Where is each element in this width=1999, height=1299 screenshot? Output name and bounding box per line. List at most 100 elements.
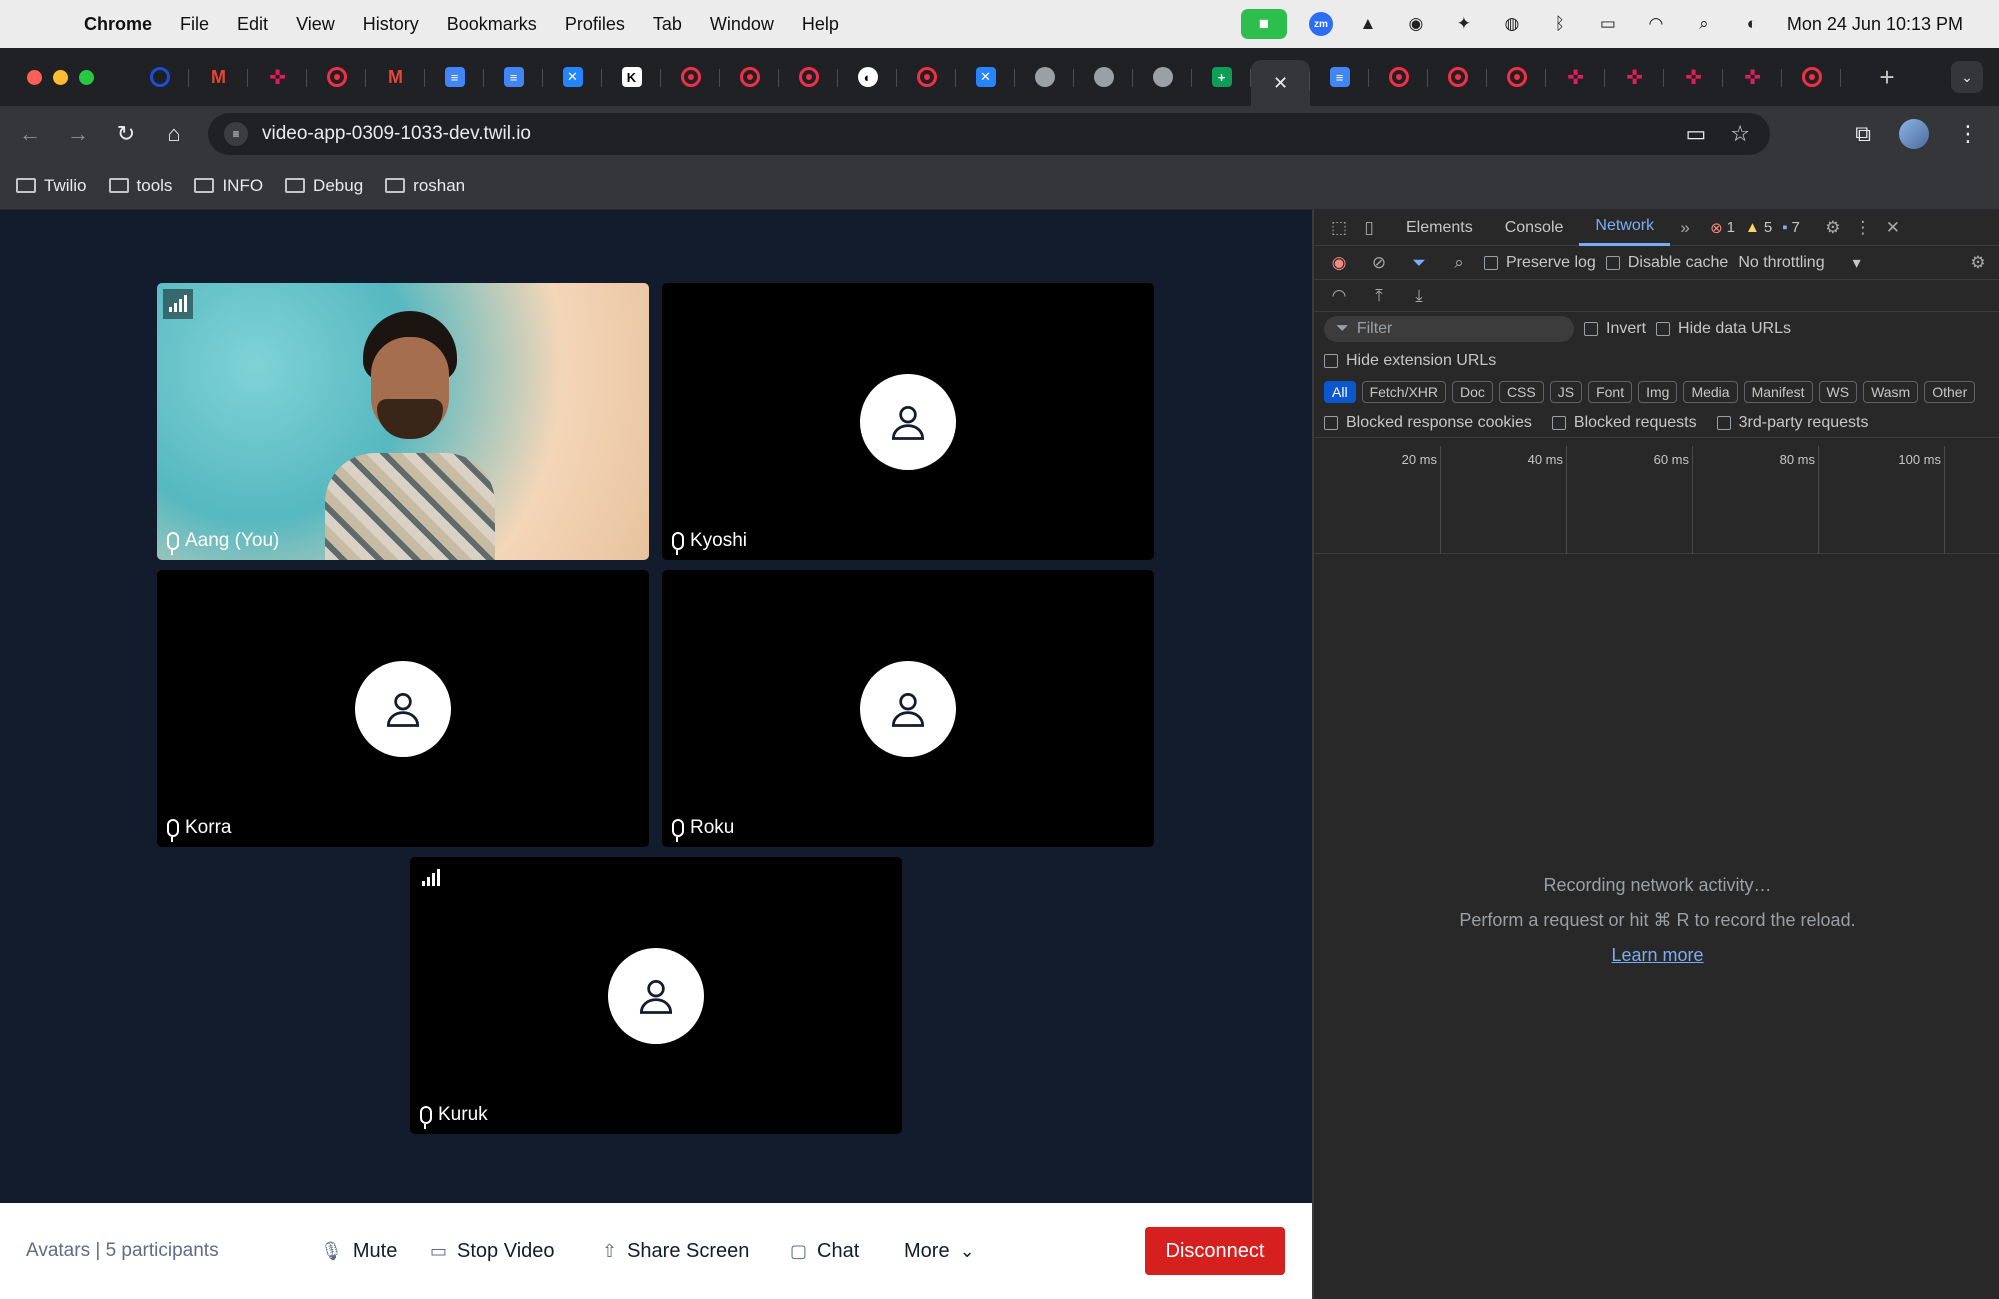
- browser-tab[interactable]: ✜: [1723, 57, 1782, 97]
- zoom-window-button[interactable]: [79, 69, 94, 85]
- home-icon[interactable]: ⌂: [150, 121, 198, 147]
- browser-tab[interactable]: ≡: [425, 57, 484, 97]
- hide-data-urls-checkbox[interactable]: Hide data URLs: [1656, 320, 1791, 338]
- participant-tile-kuruk[interactable]: Kuruk: [410, 857, 902, 1134]
- bookmark-tools[interactable]: tools: [108, 176, 172, 196]
- throttling-select[interactable]: No throttling ▾: [1738, 253, 1860, 273]
- tab-elements[interactable]: Elements: [1390, 210, 1489, 246]
- checkbox[interactable]: [1551, 415, 1566, 430]
- filter-chip-ws[interactable]: WS: [1818, 381, 1858, 403]
- browser-tab[interactable]: [661, 57, 720, 97]
- filter-chip-wasm[interactable]: Wasm: [1863, 381, 1919, 403]
- browser-tab[interactable]: [1369, 57, 1428, 97]
- battery-icon[interactable]: ▭: [1595, 13, 1621, 35]
- hide-extension-urls-checkbox[interactable]: Hide extension URLs: [1324, 352, 1496, 370]
- network-conditions-icon[interactable]: ◠: [1324, 286, 1354, 306]
- url-text[interactable]: video-app-0309-1033-dev.twil.io: [262, 123, 531, 145]
- filter-chip-all[interactable]: All: [1324, 381, 1356, 403]
- tab-console[interactable]: Console: [1489, 210, 1580, 246]
- globe-status-icon[interactable]: ◍: [1499, 13, 1525, 35]
- browser-tab[interactable]: [1015, 57, 1074, 97]
- export-har-icon[interactable]: ⤓: [1404, 286, 1434, 306]
- browser-tab[interactable]: K: [602, 57, 661, 97]
- browser-tab[interactable]: [307, 57, 366, 97]
- warning-count-badge[interactable]: ▲ 5: [1745, 219, 1772, 236]
- filter-input[interactable]: ⏷ Filter: [1324, 316, 1574, 342]
- invert-checkbox[interactable]: Invert: [1584, 320, 1646, 338]
- tab-search-icon[interactable]: ⌄: [1951, 61, 1983, 93]
- browser-tab[interactable]: ✕: [956, 57, 1015, 97]
- browser-tab[interactable]: ≡: [484, 57, 543, 97]
- disable-cache-checkbox[interactable]: Disable cache: [1605, 254, 1728, 272]
- menu-bookmarks[interactable]: Bookmarks: [433, 14, 551, 35]
- filter-chip-fetchxhr[interactable]: Fetch/XHR: [1361, 381, 1447, 403]
- devtools-menu-icon[interactable]: ⋮: [1848, 218, 1878, 238]
- browser-tab[interactable]: ✜: [1546, 57, 1605, 97]
- butterfly-icon[interactable]: ✦: [1451, 13, 1477, 35]
- device-toolbar-icon[interactable]: ▯: [1354, 218, 1384, 238]
- bookmark-star-icon[interactable]: ☆: [1730, 121, 1750, 147]
- menu-app-name[interactable]: Chrome: [70, 14, 166, 35]
- settings-gear-icon[interactable]: ⚙: [1818, 218, 1848, 238]
- import-har-icon[interactable]: ⤒: [1364, 286, 1394, 306]
- bookmark-roshan[interactable]: roshan: [385, 176, 465, 196]
- browser-tab[interactable]: [1428, 57, 1487, 97]
- filter-chip-css[interactable]: CSS: [1498, 381, 1544, 403]
- error-count-badge[interactable]: ⊗ 1: [1710, 219, 1735, 237]
- minimize-window-button[interactable]: [53, 69, 68, 85]
- forward-icon[interactable]: →: [54, 121, 102, 147]
- network-settings-icon[interactable]: ⚙: [1963, 253, 1993, 273]
- filter-chip-doc[interactable]: Doc: [1452, 381, 1493, 403]
- menubar-clock[interactable]: Mon 24 Jun 10:13 PM: [1787, 14, 1963, 35]
- profile-avatar[interactable]: [1899, 119, 1929, 149]
- address-bar[interactable]: ≡ video-app-0309-1033-dev.twil.io ▭ ☆: [208, 113, 1770, 155]
- participant-tile-korra[interactable]: Korra: [157, 570, 649, 847]
- active-tab[interactable]: ✕: [1251, 60, 1310, 106]
- inspect-element-icon[interactable]: ⬚: [1324, 218, 1354, 238]
- wifi-icon[interactable]: ◠: [1643, 13, 1669, 35]
- share-screen-button[interactable]: ⇧ Share Screen: [602, 1240, 749, 1263]
- checkbox[interactable]: [1324, 415, 1338, 430]
- participant-tile-roku[interactable]: Roku: [662, 570, 1154, 847]
- menu-history[interactable]: History: [349, 14, 433, 35]
- close-window-button[interactable]: [27, 69, 42, 85]
- browser-tab[interactable]: [1133, 57, 1192, 97]
- browser-tab[interactable]: [1782, 57, 1841, 97]
- site-info-icon[interactable]: ≡: [224, 122, 248, 146]
- record-icon[interactable]: ◉: [1324, 253, 1354, 273]
- message-count-badge[interactable]: ▪ 7: [1782, 219, 1800, 236]
- menu-window[interactable]: Window: [696, 14, 788, 35]
- more-tabs-icon[interactable]: »: [1670, 218, 1700, 238]
- browser-tab[interactable]: [130, 57, 189, 97]
- bookmark-debug[interactable]: Debug: [285, 176, 363, 196]
- browser-tab[interactable]: ≡: [1310, 57, 1369, 97]
- drive-icon[interactable]: ▲: [1355, 13, 1381, 35]
- extensions-icon[interactable]: ⧉: [1855, 121, 1871, 147]
- search-icon[interactable]: ⌕: [1444, 253, 1474, 273]
- new-tab-icon[interactable]: +: [1863, 62, 1911, 93]
- menu-profiles[interactable]: Profiles: [551, 14, 639, 35]
- browser-tab[interactable]: ◐: [838, 57, 897, 97]
- tab-network[interactable]: Network: [1579, 210, 1671, 246]
- browser-tab[interactable]: ✜: [1664, 57, 1723, 97]
- bookmark-twilio[interactable]: Twilio: [16, 176, 87, 196]
- learn-more-link[interactable]: Learn more: [1611, 945, 1703, 965]
- spotlight-search-icon[interactable]: ⌕: [1691, 13, 1717, 35]
- network-overview-timeline[interactable]: 20 ms 40 ms 60 ms 80 ms 100 ms: [1314, 446, 1999, 554]
- filter-funnel-icon[interactable]: ⏷: [1404, 253, 1434, 273]
- browser-tab[interactable]: M: [189, 57, 248, 97]
- participant-tile-aang[interactable]: Aang (You): [157, 283, 649, 560]
- filter-chip-img[interactable]: Img: [1638, 381, 1678, 403]
- stop-video-button[interactable]: ▭ Stop Video: [430, 1240, 555, 1263]
- checkbox[interactable]: [1484, 255, 1498, 270]
- zoom-icon[interactable]: zm: [1308, 12, 1333, 36]
- checkbox[interactable]: [1584, 322, 1598, 336]
- browser-tab[interactable]: ✜: [248, 57, 307, 97]
- preserve-log-checkbox[interactable]: Preserve log: [1484, 254, 1596, 272]
- facetime-icon[interactable]: ■: [1240, 9, 1287, 39]
- bookmark-info[interactable]: INFO: [194, 176, 263, 196]
- participant-tile-kyoshi[interactable]: Kyoshi: [662, 283, 1154, 560]
- menu-edit[interactable]: Edit: [223, 14, 282, 35]
- menu-help[interactable]: Help: [788, 14, 853, 35]
- checkbox[interactable]: [1324, 354, 1338, 368]
